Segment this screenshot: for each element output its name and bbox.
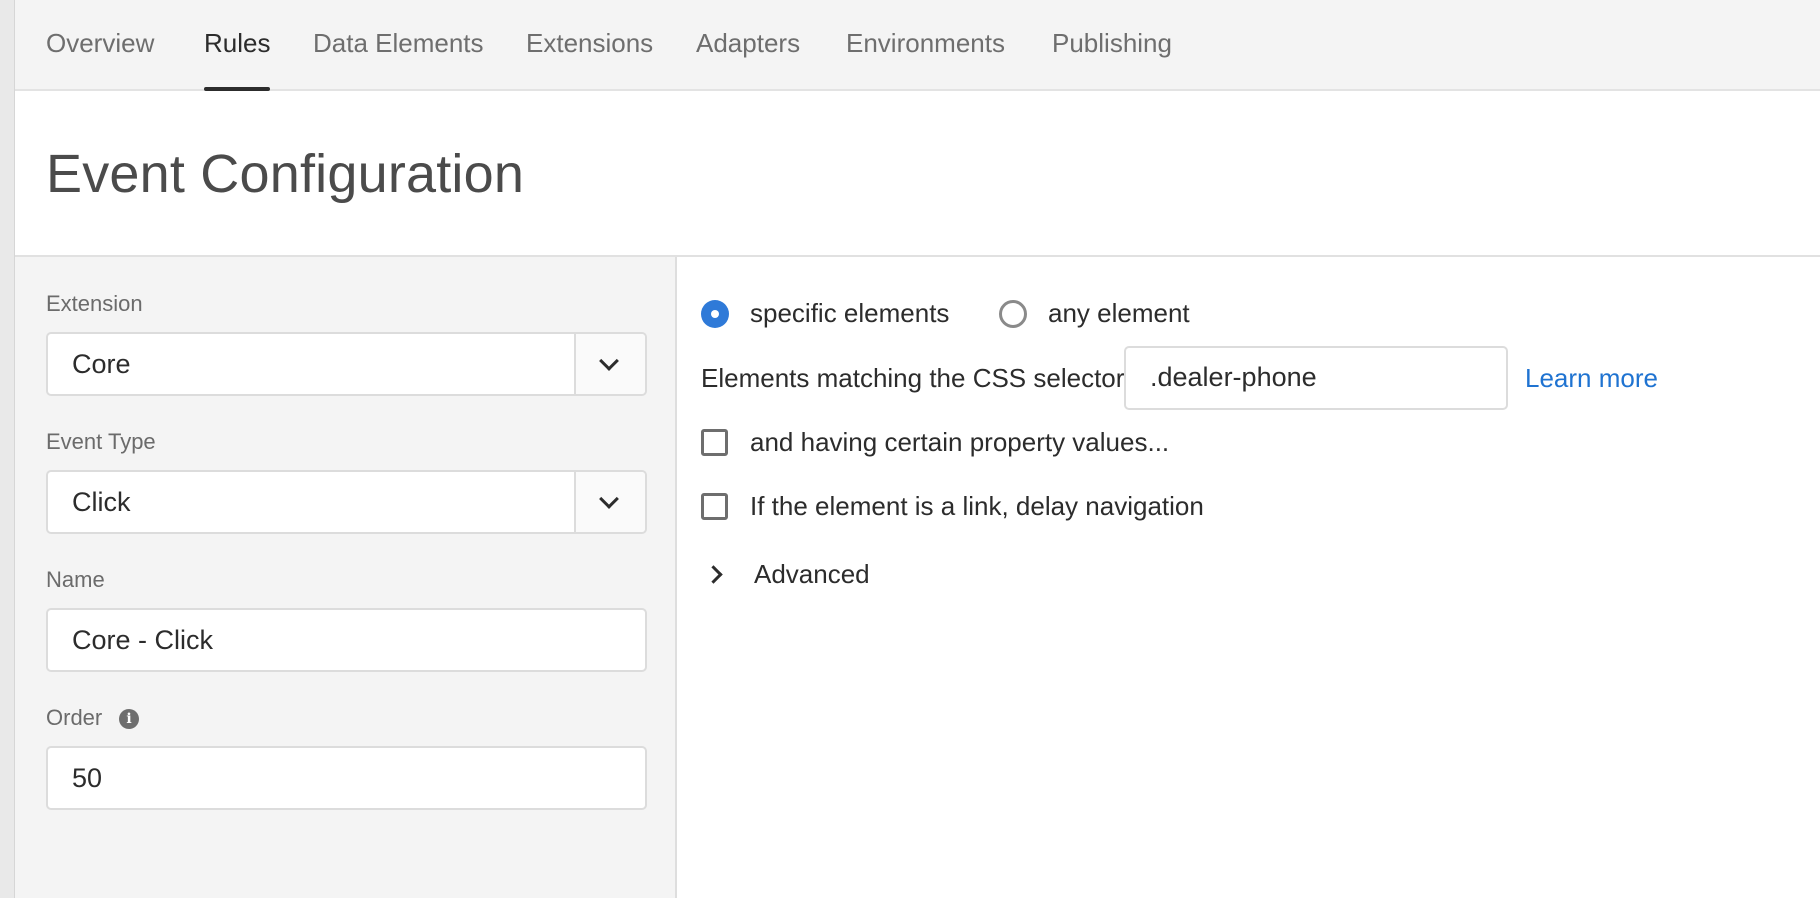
advanced-toggle[interactable]: Advanced	[754, 559, 870, 590]
tab-extensions[interactable]: Extensions	[526, 0, 653, 91]
event-type-dropdown-button[interactable]	[574, 472, 645, 532]
event-type-select[interactable]: Click	[46, 470, 647, 534]
css-selector-input[interactable]: .dealer-phone	[1124, 346, 1508, 410]
property-values-label[interactable]: and having certain property values...	[750, 427, 1169, 458]
tab-rules[interactable]: Rules	[204, 0, 271, 91]
radio-any-element[interactable]	[999, 300, 1027, 328]
css-selector-label: Elements matching the CSS selector	[701, 363, 1125, 393]
event-type-select-value: Click	[72, 487, 131, 517]
property-values-checkbox[interactable]	[701, 429, 728, 456]
radio-specific-elements-label[interactable]: specific elements	[750, 298, 949, 329]
order-input[interactable]: 50	[46, 746, 647, 810]
extension-select[interactable]: Core	[46, 332, 647, 396]
delay-navigation-checkbox[interactable]	[701, 493, 728, 520]
event-configuration-panel: specific elements any element Elements m…	[679, 257, 1820, 898]
page-header: Event Configuration	[15, 91, 1820, 257]
chevron-down-icon	[599, 489, 619, 509]
chevron-down-icon	[599, 351, 619, 371]
extension-dropdown-button[interactable]	[574, 334, 645, 394]
extension-label: Extension	[46, 291, 143, 316]
radio-specific-elements[interactable]	[701, 300, 729, 328]
page-title: Event Configuration	[46, 144, 525, 204]
event-settings-sidebar: Extension Core Event Type Click Name Cor…	[15, 257, 677, 898]
info-icon[interactable]: i	[119, 709, 139, 729]
tab-publishing[interactable]: Publishing	[1052, 0, 1172, 91]
event-type-label: Event Type	[46, 429, 156, 454]
learn-more-link[interactable]: Learn more	[1525, 363, 1658, 394]
radio-any-element-label[interactable]: any element	[1048, 298, 1190, 329]
order-label: Order	[46, 705, 103, 730]
tab-overview[interactable]: Overview	[46, 0, 154, 91]
tab-adapters[interactable]: Adapters	[696, 0, 800, 91]
tab-data-elements[interactable]: Data Elements	[313, 0, 484, 91]
chevron-right-icon[interactable]	[704, 565, 723, 584]
name-input[interactable]: Core - Click	[46, 608, 647, 672]
delay-navigation-label[interactable]: If the element is a link, delay navigati…	[750, 491, 1204, 522]
extension-select-value: Core	[72, 349, 131, 379]
top-navigation: Overview Rules Data Elements Extensions …	[15, 0, 1820, 91]
left-edge-panel	[0, 0, 15, 898]
tab-environments[interactable]: Environments	[846, 0, 1005, 91]
name-label: Name	[46, 567, 105, 592]
